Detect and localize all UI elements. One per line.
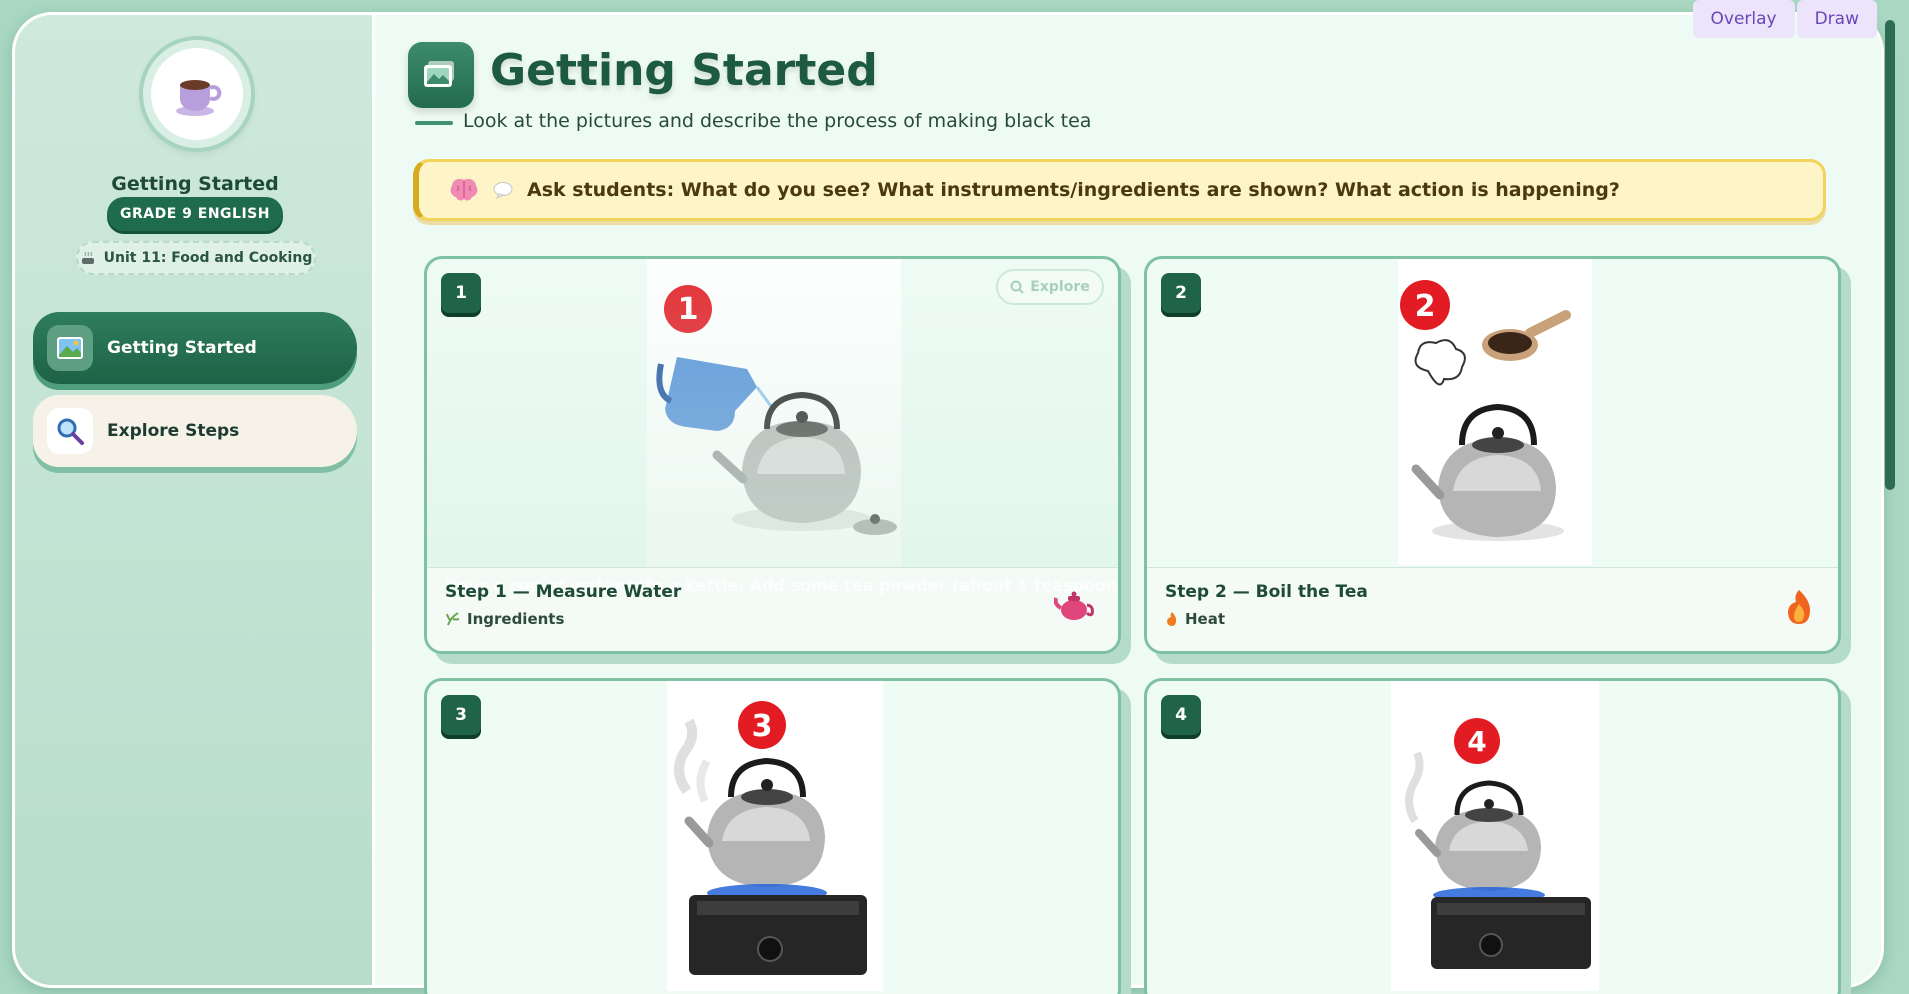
step-badge: 4 <box>1467 725 1486 758</box>
brain-icon <box>450 178 478 201</box>
step-number: 2 <box>1161 273 1201 313</box>
explore-label: Explore <box>1030 279 1090 295</box>
card-footer: Pour a cup of water into a kettle. Add s… <box>427 567 1118 651</box>
page-subtitle: Look at the pictures and describe the pr… <box>463 110 1092 132</box>
top-toolbar: Overlay Draw <box>1692 0 1877 38</box>
explore-button[interactable]: Explore <box>996 269 1104 305</box>
step-tag: Ingredients <box>445 610 564 628</box>
step-badge: 3 <box>752 709 773 744</box>
step-number: 3 <box>441 695 481 735</box>
step-card-2[interactable]: 2 2 Step 2 — Boil the Tea Heat <box>1144 256 1841 654</box>
tea-cup-avatar <box>143 40 251 148</box>
overlay-button[interactable]: Overlay <box>1692 0 1795 38</box>
card-footer: Step 2 — Boil the Tea Heat <box>1147 567 1838 651</box>
prompt-text: Ask students: What do you see? What inst… <box>527 179 1620 201</box>
search-icon <box>1010 280 1024 294</box>
step-card-4[interactable]: 4 4 <box>1144 678 1841 994</box>
step-number: 4 <box>1161 695 1201 735</box>
step-title: Step 2 — Boil the Tea <box>1165 582 1368 602</box>
teacher-prompt: Ask students: What do you see? What inst… <box>413 159 1826 221</box>
sidebar-title: Getting Started <box>111 173 279 195</box>
step-image: 2 <box>1398 259 1592 565</box>
scrollbar[interactable] <box>1885 20 1895 490</box>
step-number: 1 <box>441 273 481 313</box>
nav-label: Getting Started <box>107 338 257 358</box>
nav-item-getting-started[interactable]: Getting Started <box>33 312 357 384</box>
tea-cup-icon <box>176 80 222 116</box>
picture-icon <box>47 325 93 371</box>
unit-chip: Unit 11: Food and Cooking <box>76 241 316 275</box>
flame-icon <box>1167 612 1177 626</box>
step-card-1[interactable]: 1 1 Explore Pour a cup of water into a k… <box>424 256 1121 654</box>
gallery-icon <box>408 42 474 108</box>
page-title: Getting Started <box>490 45 878 96</box>
herb-icon <box>446 612 460 626</box>
nav-label: Explore Steps <box>107 421 240 441</box>
step-tag: Heat <box>1165 610 1225 628</box>
sidebar: Getting Started GRADE 9 ENGLISH Unit 11:… <box>15 15 375 985</box>
steaming-pot-icon <box>81 251 94 264</box>
tag-label: Heat <box>1185 610 1226 628</box>
subtitle-divider <box>415 121 453 125</box>
tag-label: Ingredients <box>467 610 565 628</box>
step-card-3[interactable]: 3 3 <box>424 678 1121 994</box>
magnifier-icon <box>47 408 93 454</box>
step-title: Step 1 — Measure Water <box>445 582 682 602</box>
unit-label: Unit 11: Food and Cooking <box>103 250 313 266</box>
nav-item-explore-steps[interactable]: Explore Steps <box>33 395 357 467</box>
step-badge: 2 <box>1415 289 1436 324</box>
speech-bubble-icon <box>493 182 513 199</box>
step-image: 3 <box>667 681 883 991</box>
step-image: 4 <box>1391 681 1599 991</box>
fire-icon <box>1784 588 1814 630</box>
grade-badge: GRADE 9 ENGLISH <box>107 197 283 231</box>
teapot-icon <box>1053 588 1094 626</box>
draw-button[interactable]: Draw <box>1796 0 1877 38</box>
